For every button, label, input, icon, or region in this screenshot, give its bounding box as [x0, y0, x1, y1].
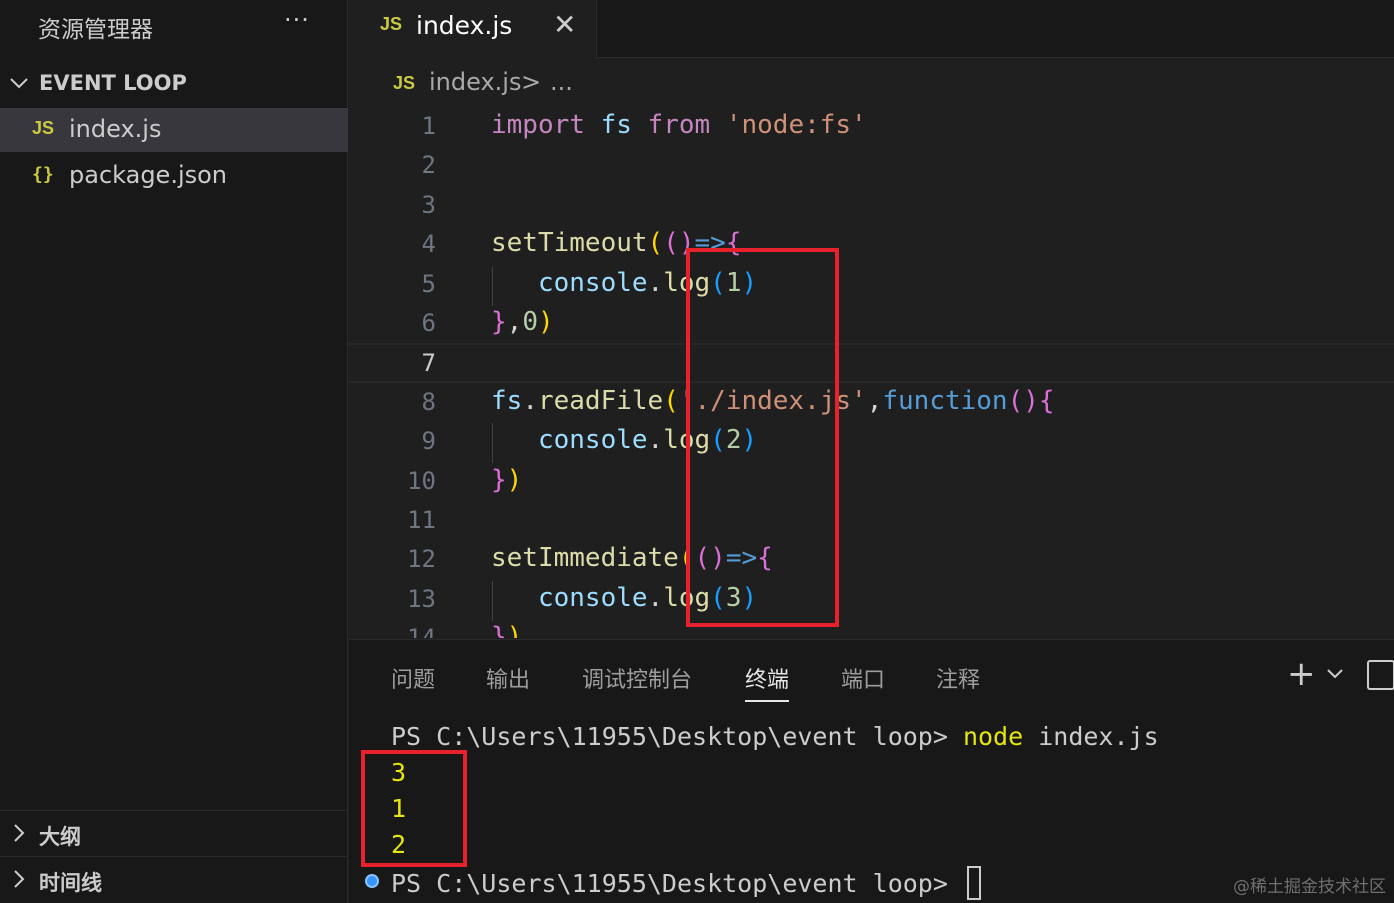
- code-line: 12 setImmediate(()=>{: [349, 541, 1394, 581]
- line-number: 6: [421, 309, 436, 337]
- terminal-prompt: PS C:\Users\11955\Desktop\event loop>: [391, 722, 963, 751]
- tab-output[interactable]: 输出: [486, 662, 530, 694]
- code-text: }): [491, 622, 523, 638]
- tab-debug-console[interactable]: 调试控制台: [582, 662, 692, 694]
- divider: [0, 856, 348, 857]
- code-line: 11: [349, 502, 1394, 542]
- chevron-right-icon: >: [521, 68, 542, 96]
- line-number: 13: [407, 585, 436, 613]
- terminal-command-line: PS C:\Users\11955\Desktop\event loop> no…: [391, 722, 1159, 751]
- file-item-index-js[interactable]: JS index.js: [0, 108, 348, 152]
- breadcrumb-symbols[interactable]: ...: [550, 68, 573, 96]
- code-text: }): [491, 465, 523, 495]
- file-item-package-json[interactable]: {} package.json: [0, 154, 348, 198]
- line-number: 3: [421, 191, 436, 219]
- js-file-icon: JS: [393, 73, 416, 93]
- code-line: 5 console.log(1): [349, 266, 1394, 306]
- command-status-dot-icon: [365, 874, 379, 888]
- more-actions-icon[interactable]: ···: [284, 6, 310, 34]
- code-editor[interactable]: 1 import fs from 'node:fs' 2 3 4 setTime…: [349, 106, 1394, 638]
- terminal-cursor: [966, 866, 981, 900]
- file-name: index.js: [69, 115, 162, 143]
- code-line: 9 console.log(2): [349, 423, 1394, 463]
- line-number: 9: [421, 427, 436, 455]
- editor-tab-bar: JS index.js ✕: [349, 0, 1394, 59]
- code-line-current: 7: [349, 343, 1394, 383]
- line-number: 4: [421, 230, 436, 258]
- code-text: },0): [491, 307, 554, 337]
- outline-section-header[interactable]: 大纲: [0, 814, 348, 854]
- chevron-right-icon: [14, 870, 25, 888]
- tab-comments[interactable]: 注释: [936, 662, 980, 694]
- code-text: import fs from 'node:fs': [491, 110, 867, 140]
- line-number: 7: [421, 349, 436, 377]
- divider: [0, 810, 348, 811]
- watermark: @稀土掘金技术社区: [1233, 877, 1386, 897]
- terminal-icon[interactable]: [1367, 660, 1394, 690]
- line-number: 12: [407, 545, 436, 573]
- project-section-header[interactable]: EVENT LOOP: [0, 64, 348, 104]
- chevron-right-icon: [14, 824, 25, 842]
- tab-ports[interactable]: 端口: [841, 662, 885, 694]
- code-line: 1 import fs from 'node:fs': [349, 108, 1394, 148]
- line-number: 5: [421, 270, 436, 298]
- terminal-command: node: [962, 722, 1024, 751]
- code-line: 3: [349, 187, 1394, 227]
- line-number: 1: [421, 112, 436, 140]
- line-number: 10: [407, 467, 436, 495]
- code-line: 4 setTimeout(()=>{: [349, 226, 1394, 266]
- explorer-title: 资源管理器: [38, 17, 153, 43]
- tab-index-js[interactable]: JS index.js ✕: [349, 0, 597, 59]
- annotation-box-code: [686, 248, 839, 627]
- line-number: 2: [421, 151, 436, 179]
- code-line: 10 }): [349, 463, 1394, 503]
- explorer-sidebar: 资源管理器 ··· EVENT LOOP JS index.js {} pack…: [0, 0, 348, 903]
- terminal-command-arg: index.js: [1023, 722, 1159, 751]
- json-file-icon: {}: [32, 164, 54, 185]
- tab-label: index.js: [416, 11, 513, 40]
- annotation-box-output: [361, 750, 467, 867]
- code-line: 6 },0): [349, 305, 1394, 345]
- code-line: 14 }): [349, 620, 1394, 638]
- file-name: package.json: [69, 161, 228, 189]
- explorer-header: 资源管理器 ···: [0, 0, 348, 54]
- code-line: 2: [349, 147, 1394, 187]
- line-number: 14: [407, 624, 436, 638]
- chevron-down-icon: [10, 78, 28, 89]
- breadcrumb-file[interactable]: index.js: [429, 68, 521, 96]
- line-number: 11: [407, 506, 436, 534]
- js-file-icon: JS: [380, 14, 403, 34]
- bottom-panel: 问题 输出 调试控制台 终端 端口 注释 + PS C:\Users\11955…: [349, 639, 1394, 903]
- js-file-icon: JS: [32, 118, 55, 138]
- outline-label: 大纲: [39, 825, 81, 849]
- timeline-section-header[interactable]: 时间线: [0, 860, 348, 900]
- terminal-prompt-line[interactable]: PS C:\Users\11955\Desktop\event loop>: [391, 866, 981, 900]
- terminal-prompt: PS C:\Users\11955\Desktop\event loop>: [391, 869, 963, 898]
- tab-problems[interactable]: 问题: [391, 662, 435, 694]
- chevron-down-icon[interactable]: [1326, 668, 1344, 680]
- timeline-label: 时间线: [39, 871, 102, 895]
- code-line: 8 fs.readFile('./index.js',function(){: [349, 384, 1394, 424]
- project-name: EVENT LOOP: [39, 71, 187, 95]
- tab-terminal[interactable]: 终端: [745, 662, 790, 702]
- line-number: 8: [421, 388, 436, 416]
- code-line: 13 console.log(3): [349, 581, 1394, 621]
- close-icon[interactable]: ✕: [553, 8, 576, 41]
- new-terminal-icon[interactable]: +: [1287, 654, 1316, 694]
